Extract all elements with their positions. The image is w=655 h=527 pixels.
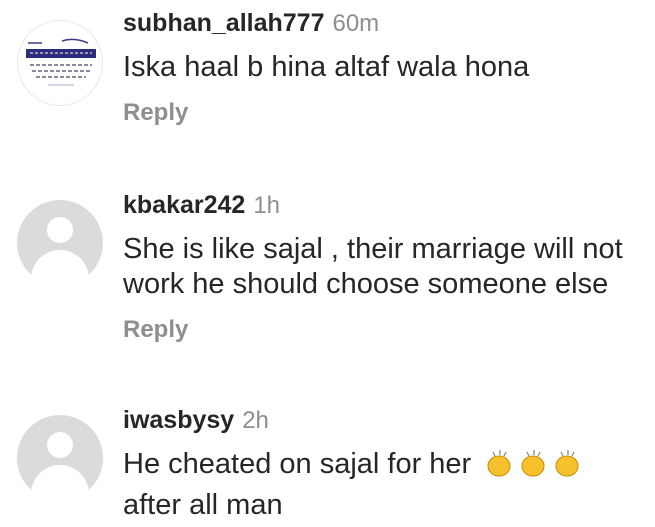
avatar[interactable] [17,200,103,286]
comment-username[interactable]: iwasbysy [123,406,234,434]
comment-username[interactable]: subhan_allah777 [123,9,324,37]
comment-text: Iska haal b hina altaf wala hona [123,51,530,83]
default-avatar-icon [47,432,73,458]
comment-username[interactable]: kbakar242 [123,191,245,219]
avatar[interactable] [17,415,103,501]
avatar-image-icon [18,21,102,105]
clapping-hands-icon [483,447,585,488]
comment-timestamp: 60m [332,10,380,37]
comment-text: She is like sajal , their marriage will … [123,233,623,300]
default-avatar-icon [47,217,73,243]
avatar[interactable] [17,20,103,106]
comment-timestamp: 2h [242,407,269,434]
reply-button[interactable]: Reply [123,316,188,344]
comments-list: subhan_allah777 60m Iska haal b hina alta… [0,0,655,527]
reply-button[interactable]: Reply [123,99,188,127]
comment-timestamp: 1h [253,192,281,219]
comment-text: He cheated on sajal for her after all ma… [123,447,645,523]
